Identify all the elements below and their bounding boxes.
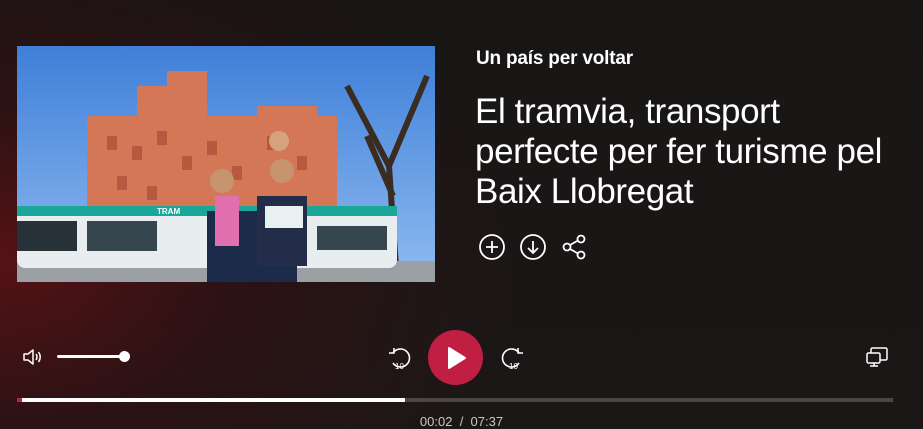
cast-button[interactable] <box>864 345 890 371</box>
play-button[interactable] <box>428 330 483 385</box>
add-button[interactable] <box>477 233 506 262</box>
play-icon <box>447 346 466 369</box>
forward-icon: 10 <box>501 348 523 371</box>
tram-label: TRAM <box>157 207 180 216</box>
rewind-10-button[interactable]: 10 <box>386 344 414 372</box>
volume-slider[interactable] <box>57 351 130 362</box>
volume-icon <box>23 349 41 365</box>
time-separator: / <box>459 414 464 429</box>
episode-title: El tramvia, transport perfecte per fer t… <box>475 92 883 211</box>
progress-bar[interactable] <box>17 398 893 402</box>
share-icon <box>562 234 585 260</box>
episode-thumbnail: TRAM <box>17 46 435 282</box>
time-display: 00:02 / 07:37 <box>0 414 923 429</box>
forward-10-button[interactable]: 10 <box>498 344 526 372</box>
duration: 07:37 <box>470 414 504 429</box>
share-button[interactable] <box>559 233 588 262</box>
episode-actions <box>477 232 588 262</box>
rewind-seconds: 10 <box>395 362 404 371</box>
add-circle-icon <box>478 234 505 260</box>
cast-screen-icon <box>866 347 888 367</box>
rewind-icon: 10 <box>389 348 411 371</box>
progress-fill <box>17 398 406 402</box>
progress-start-marker <box>17 398 22 402</box>
download-circle-icon <box>519 234 546 260</box>
program-name[interactable]: Un país per voltar <box>476 48 633 70</box>
current-time: 00:02 <box>419 414 453 429</box>
volume-slider-handle[interactable] <box>118 351 130 362</box>
forward-seconds: 10 <box>509 362 518 371</box>
volume-button[interactable] <box>21 345 45 369</box>
download-button[interactable] <box>518 233 547 262</box>
